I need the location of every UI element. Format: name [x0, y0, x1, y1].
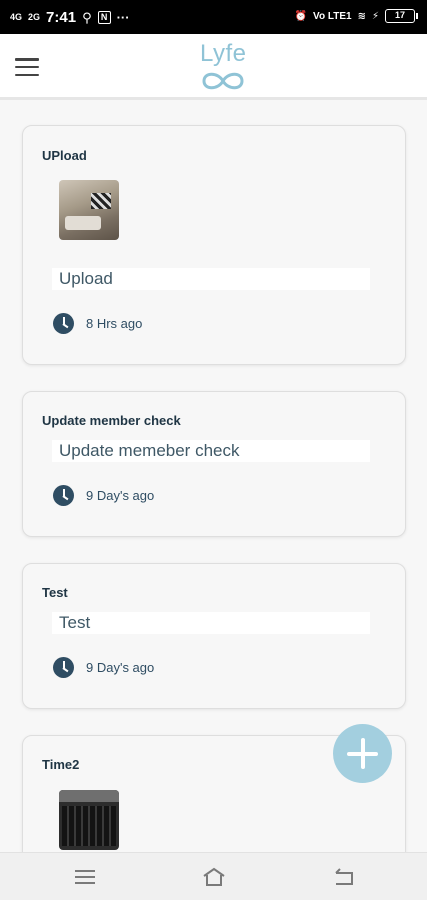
battery-icon: 17 [385, 9, 418, 23]
app-header: Lyfe [0, 34, 427, 100]
post-card[interactable]: Test Test 9 Day's ago [22, 563, 406, 709]
post-image[interactable] [59, 180, 119, 240]
post-time: 9 Day's ago [86, 660, 155, 675]
post-title: UPload [42, 148, 87, 163]
more-notifications-icon: ··· [116, 10, 130, 25]
post-time: 9 Day's ago [86, 488, 155, 503]
post-time-row: 9 Day's ago [53, 657, 154, 678]
home-icon[interactable] [201, 865, 227, 889]
status-right: ⏰ Vo LTE1 ≋ ⚡ 17 [294, 9, 418, 23]
sofa-shape [65, 216, 101, 230]
post-description: Upload [52, 268, 370, 290]
app-logo: Lyfe [196, 40, 252, 96]
post-description: Test [52, 612, 370, 634]
network-label: Vo LTE1 [313, 10, 352, 22]
hamburger-icon[interactable] [15, 58, 39, 76]
post-title: Update member check [42, 413, 181, 428]
add-post-button[interactable] [333, 724, 392, 783]
post-title: Test [42, 585, 68, 600]
wifi-icon: ≋ [357, 10, 366, 22]
infinity-icon [202, 72, 244, 90]
post-image[interactable] [59, 790, 119, 850]
signal-indicator-2: 2G [28, 12, 41, 22]
clock-icon [53, 313, 74, 334]
back-icon[interactable] [331, 865, 357, 889]
notification-icon: N [97, 11, 111, 24]
post-time-row: 9 Day's ago [53, 485, 154, 506]
status-bar: 4G 2G 7:41 ⚲ N ··· ⏰ Vo LTE1 ≋ ⚡ 17 [0, 0, 427, 34]
post-card[interactable]: UPload Upload 8 Hrs ago [22, 125, 406, 365]
menu-icon[interactable] [72, 865, 98, 889]
usb-icon: ⚲ [82, 9, 92, 25]
post-time: 8 Hrs ago [86, 316, 143, 331]
clock-icon [53, 657, 74, 678]
keyboard-keys-shape [62, 806, 116, 846]
post-title: Time2 [42, 757, 80, 772]
logo-text: Lyfe [200, 40, 247, 67]
clock-icon [53, 485, 74, 506]
post-card[interactable]: Update member check Update memeber check… [22, 391, 406, 537]
status-time: 7:41 [46, 9, 77, 26]
laptop-lid-shape [59, 790, 119, 802]
post-description: Update memeber check [52, 440, 370, 462]
alarm-icon: ⏰ [294, 10, 308, 22]
charging-icon: ⚡ [371, 10, 379, 22]
system-nav-bar [0, 852, 427, 900]
wall-picture [91, 193, 111, 209]
post-time-row: 8 Hrs ago [53, 313, 142, 334]
signal-indicator-1: 4G [10, 12, 23, 22]
status-left: 4G 2G 7:41 ⚲ N ··· [10, 9, 130, 26]
